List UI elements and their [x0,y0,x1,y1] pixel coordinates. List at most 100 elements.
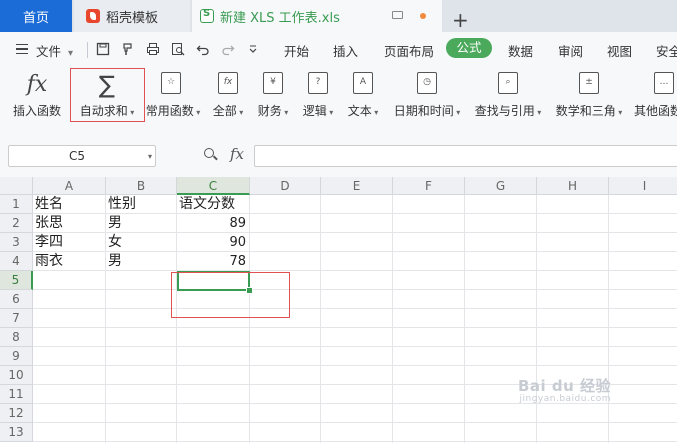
row-header-11[interactable]: 11 [0,385,33,404]
text-functions-button[interactable]: A 文本 ▾ [343,66,383,124]
book-shape: ⌕ [498,72,518,94]
menu-formulas[interactable]: 公式 [446,38,492,58]
row-header-5[interactable]: 5 [0,271,33,290]
print-icon[interactable] [146,42,160,56]
divider [87,42,88,58]
print-preview-icon[interactable] [171,42,185,56]
datetime-functions-button[interactable]: ◷ 日期和时间 ▾ [390,66,464,124]
menu-security[interactable]: 安全 [656,41,677,60]
chevron-down-icon: ▾ [281,108,289,117]
format-painter-icon[interactable] [121,42,135,56]
zoom-icon[interactable] [204,148,214,158]
tab-document[interactable]: 新建 XLS 工作表.xls [192,0,442,32]
row-header-1[interactable]: 1 [0,195,33,214]
row-header-4[interactable]: 4 [0,252,33,271]
chevron-down-icon[interactable]: ▾ [148,152,152,161]
cell-c3[interactable]: 90 [177,233,250,252]
lookup-functions-button[interactable]: ⌕ 查找与引用 ▾ [471,66,545,124]
lookup-label: 查找与引用 [474,104,535,118]
spreadsheet-grid[interactable]: A B C D E F G H I 1 2 3 4 5 6 7 8 9 10 1… [0,177,677,443]
fx-book-icon: fx [218,72,238,98]
menu-review[interactable]: 审阅 [558,41,583,60]
insert-function-button[interactable]: fx 插入函数 [5,66,69,124]
book-shape: ¥ [263,72,283,94]
row-header-10[interactable]: 10 [0,366,33,385]
tab-bar: 首页 稻壳模板 新建 XLS 工作表.xls + [0,0,677,32]
chevron-down-icon: ▾ [68,48,74,59]
redo-icon[interactable] [221,42,235,56]
hamburger-icon[interactable] [16,44,28,54]
menu-view[interactable]: 视图 [607,41,632,60]
fx-icon[interactable]: fx [230,145,244,163]
other-functions-button[interactable]: … 其他函数 [634,66,677,124]
formula-bar: C5 ▾ fx [0,140,677,174]
math-label: 数学和三角 [555,104,616,118]
column-header-i[interactable]: I [609,177,677,195]
column-header-a[interactable]: A [33,177,106,195]
menu-data[interactable]: 数据 [508,41,533,60]
cell-a4[interactable]: 雨衣 [33,252,106,271]
row-header-7[interactable]: 7 [0,309,33,328]
math-label-wrap: 数学和三角 ▾ [552,102,626,119]
fx-icon: fx [26,72,48,97]
monitor-icon[interactable] [392,11,403,19]
cell-b1[interactable]: 性别 [106,195,177,214]
tab-docer-label: 稻壳模板 [106,10,159,26]
tab-home[interactable]: 首页 [0,0,72,32]
chevron-down-icon: ▾ [371,108,379,117]
clock-book-icon: ◷ [417,72,437,98]
cell-a2[interactable]: 张思 [33,214,106,233]
tab-docer-templates[interactable]: 稻壳模板 [74,0,190,32]
menu-insert[interactable]: 插入 [333,41,358,60]
row-header-3[interactable]: 3 [0,233,33,252]
column-header-b[interactable]: B [106,177,177,195]
star-function-icon: ☆ [161,72,181,98]
row-header-12[interactable]: 12 [0,404,33,423]
formula-input[interactable] [254,145,677,167]
cell-c1[interactable]: 语文分数 [177,195,250,214]
book-shape: ☆ [161,72,181,94]
column-header-e[interactable]: E [321,177,393,195]
menu-page-layout[interactable]: 页面布局 [384,41,434,60]
insert-function-label: 插入函数 [12,104,61,118]
book-shape: ◷ [417,72,437,94]
column-header-f[interactable]: F [393,177,465,195]
column-header-g[interactable]: G [465,177,537,195]
all-functions-button[interactable]: fx 全部 ▾ [208,66,248,124]
row-header-2[interactable]: 2 [0,214,33,233]
cell-c4[interactable]: 78 [177,252,250,271]
select-all-corner[interactable] [0,177,33,195]
cell-b4[interactable]: 男 [106,252,177,271]
spreadsheet-icon [200,8,214,23]
logic-functions-button[interactable]: ? 逻辑 ▾ [298,66,338,124]
watermark-main: Bai du 经验 [518,377,612,395]
save-icon[interactable] [96,42,110,56]
plus-icon: + [452,8,469,32]
file-menu-label: 文件 [36,44,62,59]
row-header-9[interactable]: 9 [0,347,33,366]
target-cell-highlight-box [171,272,290,318]
column-header-h[interactable]: H [537,177,609,195]
chevron-down-icon: ▾ [453,108,461,117]
cell-b2[interactable]: 男 [106,214,177,233]
row-header-8[interactable]: 8 [0,328,33,347]
cell-c2[interactable]: 89 [177,214,250,233]
common-functions-label-wrap: 常用函数 ▾ [144,102,202,119]
file-menu[interactable]: 文件 ▾ [36,41,73,60]
cell-b3[interactable]: 女 [106,233,177,252]
menu-start[interactable]: 开始 [284,41,309,60]
datetime-label: 日期和时间 [393,104,454,118]
finance-functions-button[interactable]: ¥ 财务 ▾ [253,66,293,124]
math-functions-button[interactable]: ± 数学和三角 ▾ [552,66,626,124]
cell-a1[interactable]: 姓名 [33,195,106,214]
column-header-c[interactable]: C [177,177,250,195]
name-box[interactable]: C5 ▾ [8,145,156,167]
common-functions-button[interactable]: ☆ 常用函数 ▾ [144,66,202,124]
row-header-6[interactable]: 6 [0,290,33,309]
undo-icon[interactable] [196,42,210,56]
cell-a3[interactable]: 李四 [33,233,106,252]
column-header-d[interactable]: D [250,177,321,195]
customize-dropdown-icon[interactable] [246,42,260,56]
row-header-13[interactable]: 13 [0,423,33,442]
book-shape: fx [218,72,238,94]
